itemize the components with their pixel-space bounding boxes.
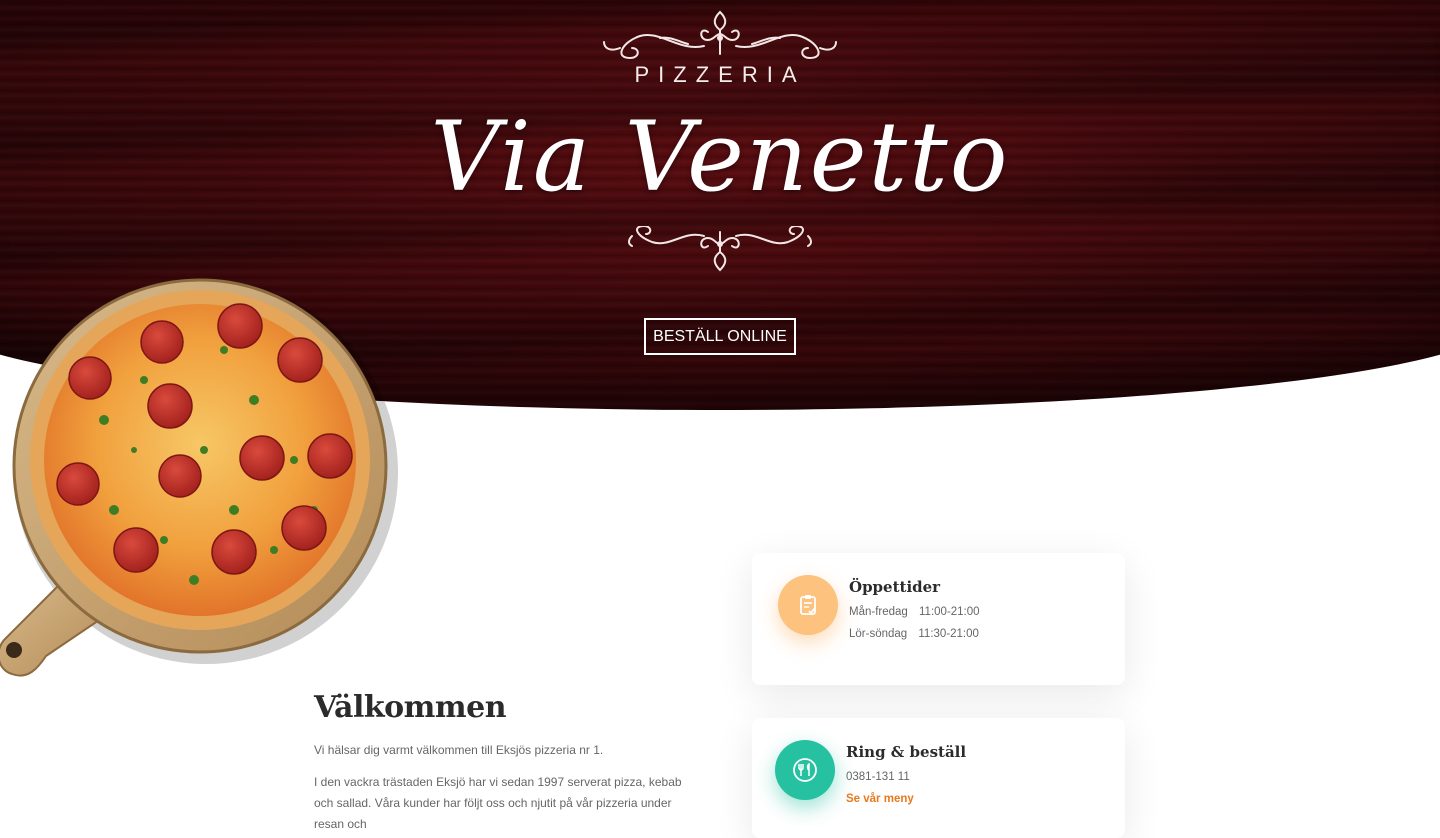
hours-row-weekend: Lör-söndag 11:30-21:00 — [849, 628, 979, 640]
logo: PIZZERIA Via Venetto — [0, 0, 1440, 300]
call-order-title: Ring & beställ — [846, 743, 967, 761]
hours-row-weekday: Mån-fredag 11:00-21:00 — [849, 606, 980, 618]
opening-hours-card: Öppettider Mån-fredag 11:00-21:00 Lör-sö… — [752, 553, 1125, 685]
welcome-history: I den vackra trästaden Eksjö har vi seda… — [314, 775, 682, 831]
clipboard-icon — [778, 575, 838, 635]
opening-hours-title: Öppettider — [849, 578, 941, 596]
ornament-bottom-icon — [628, 226, 812, 272]
ornament-top-icon — [603, 10, 837, 60]
hours-days: Mån-fredag — [849, 606, 908, 618]
pizza-image — [0, 278, 398, 677]
hours-time: 11:30-21:00 — [918, 628, 979, 640]
brand-name: Via Venetto — [430, 101, 1010, 213]
phone-number[interactable]: 0381-131 11 — [846, 771, 910, 783]
hours-time: 11:00-21:00 — [919, 606, 980, 618]
welcome-title: Välkommen — [314, 690, 507, 725]
hours-days: Lör-söndag — [849, 628, 908, 640]
call-order-card: Ring & beställ 0381-131 11 Se vår meny — [752, 718, 1125, 838]
cutlery-icon — [775, 740, 835, 800]
menu-link[interactable]: Se vår meny — [846, 793, 914, 805]
order-online-button[interactable]: BESTÄLL ONLINE — [644, 318, 796, 355]
welcome-intro: Vi hälsar dig varmt välkommen till Eksjö… — [314, 743, 604, 757]
